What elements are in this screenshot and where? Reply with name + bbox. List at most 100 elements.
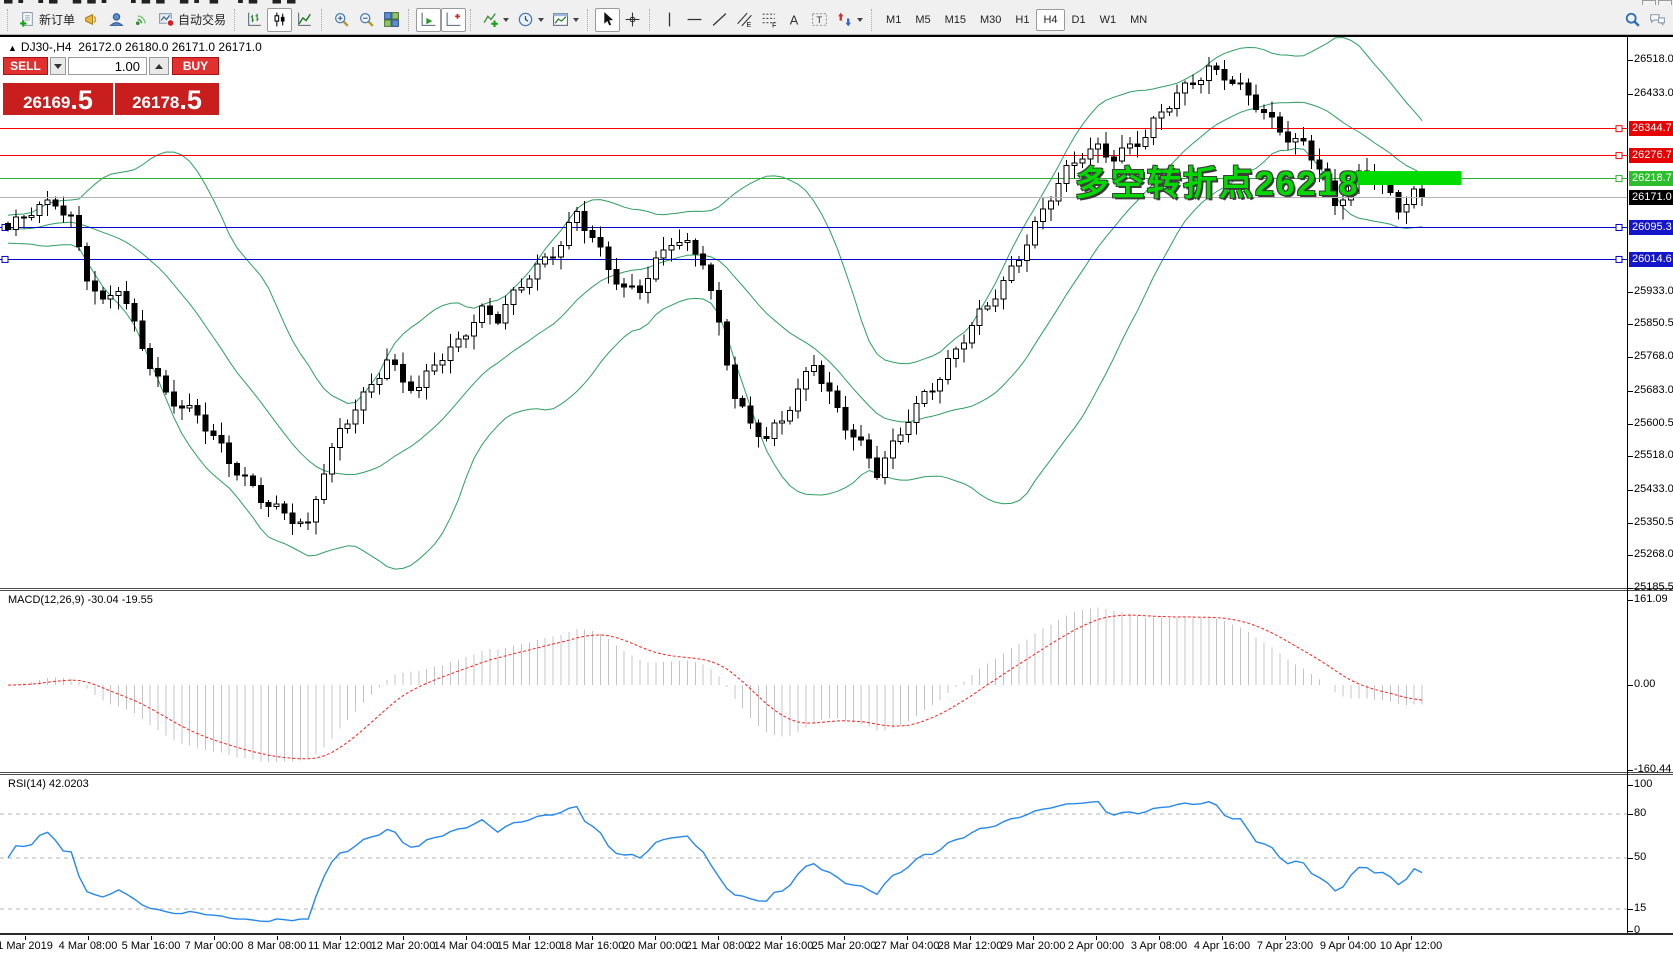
indicators-button[interactable] (478, 8, 513, 32)
line-chart-button[interactable] (292, 8, 317, 32)
new-order-button[interactable]: 新订单 (15, 8, 79, 32)
zoom-out-button[interactable] (354, 8, 379, 32)
text-icon: A (786, 11, 803, 28)
cursor-icon (599, 11, 616, 28)
templates-button[interactable] (548, 8, 583, 32)
trendline-button[interactable] (707, 8, 732, 32)
timeframe-h1-button[interactable]: H1 (1008, 9, 1036, 31)
buy-price-box[interactable]: 26178.5 (115, 83, 219, 115)
pivot-annotation-text[interactable]: 多空转折点26218 (1075, 156, 1360, 205)
main-toolbar: 新订单 自动交易 EFAT M1M5M15M30H1H4D1W1MN (0, 5, 1673, 35)
search-icon (1624, 11, 1641, 28)
candlestick-button[interactable] (267, 8, 292, 32)
axis-tick (1628, 94, 1633, 95)
line-handle[interactable] (2, 256, 8, 262)
chat-button[interactable] (1645, 8, 1670, 32)
price-tick-label: 25185.5 (1634, 581, 1673, 593)
volume-decrease-button[interactable] (50, 57, 66, 75)
candles-layer[interactable] (6, 66, 1425, 524)
profile-button[interactable] (104, 8, 129, 32)
text-button[interactable]: A (782, 8, 807, 32)
timeframe-d1-button[interactable]: D1 (1065, 9, 1093, 31)
bar-chart-button[interactable] (242, 8, 267, 32)
line-handle[interactable] (1616, 153, 1622, 159)
clipped-menu-fragments: ▄▖▗▄ ▄▄▖ ▗▄▄ ▄▖▄ ▗▄ ▄▄ (4, 0, 302, 3)
collapse-arrow-icon[interactable]: ▲ (8, 43, 17, 53)
dropdown-caret-icon[interactable] (503, 18, 509, 22)
toolbar-separator (234, 9, 238, 31)
line-handle[interactable] (1616, 176, 1622, 182)
channel-button[interactable]: E (732, 8, 757, 32)
rsi-pane[interactable] (0, 775, 1627, 933)
periods-button[interactable] (513, 8, 548, 32)
chart-title: ▲DJ30-,H4 26172.0 26180.0 26171.0 26171.… (8, 40, 262, 54)
rsi-indicator-label: RSI(14) 42.0203 (8, 778, 89, 790)
timeframe-w1-button[interactable]: W1 (1093, 9, 1124, 31)
timeframe-m1-button[interactable]: M1 (879, 9, 908, 31)
toolbar-separator (871, 9, 875, 31)
zoom-in-icon (333, 11, 350, 28)
macd-tick-label: 161.09 (1634, 593, 1668, 605)
signals-button[interactable] (129, 8, 154, 32)
line-handle[interactable] (1616, 224, 1622, 230)
axis-tick (1628, 555, 1633, 556)
search-button[interactable] (1620, 8, 1645, 32)
arrows-button[interactable] (832, 8, 867, 32)
vertical-line-icon (661, 11, 678, 28)
alert-button[interactable] (79, 8, 104, 32)
axis-tick (1628, 357, 1633, 358)
buy-price-main: 26178 (132, 93, 179, 113)
price-tick-label: 25683.0 (1634, 384, 1673, 396)
horizontal-line-button[interactable] (682, 8, 707, 32)
buy-button[interactable]: BUY (172, 57, 219, 75)
zoom-in-button[interactable] (329, 8, 354, 32)
chart-shift-button[interactable] (441, 8, 466, 32)
rsi-tick-label: 80 (1634, 807, 1646, 819)
autoscroll-button[interactable] (416, 8, 441, 32)
text-label-button[interactable]: T (807, 8, 832, 32)
line-handle[interactable] (1616, 126, 1622, 132)
autotrading-button[interactable]: 自动交易 (154, 8, 230, 32)
time-axis-border (0, 933, 1673, 935)
sell-price-box[interactable]: 26169.5 (3, 83, 113, 115)
volume-input[interactable] (68, 57, 147, 75)
dropdown-caret-icon[interactable] (538, 18, 544, 22)
axis-tick (1628, 685, 1633, 686)
autoscroll-icon (420, 11, 437, 28)
price-tick-label: 25600.5 (1634, 417, 1673, 429)
crosshair-button[interactable] (620, 8, 645, 32)
pivot-highlight-bar[interactable] (1351, 171, 1462, 185)
axis-tick (1628, 292, 1633, 293)
fibonacci-button[interactable]: F (757, 8, 782, 32)
macd-histogram (8, 607, 1422, 762)
axis-tick (1628, 770, 1633, 771)
rsi-tick-label: 15 (1634, 902, 1646, 914)
cursor-button[interactable] (595, 8, 620, 32)
timeframe-h4-button[interactable]: H4 (1036, 9, 1064, 31)
timeframe-m30-button[interactable]: M30 (973, 9, 1008, 31)
triangle-down-icon (54, 64, 62, 69)
line-chart-icon (296, 11, 313, 28)
tile-windows-icon (383, 11, 400, 28)
dropdown-caret-icon[interactable] (857, 18, 863, 22)
timeframe-m15-button[interactable]: M15 (938, 9, 973, 31)
axis-tick (1628, 324, 1633, 325)
price-tick-label: 25518.0 (1634, 449, 1673, 461)
main-chart-pane[interactable] (0, 37, 1627, 589)
axis-tick (1628, 931, 1633, 932)
dropdown-caret-icon[interactable] (573, 18, 579, 22)
axis-tick (1628, 391, 1633, 392)
macd-pane[interactable] (0, 591, 1627, 773)
price-level-label: 26218.7 (1629, 171, 1673, 186)
volume-increase-button[interactable] (149, 57, 169, 75)
tile-windows-button[interactable] (379, 8, 404, 32)
line-handle[interactable] (1616, 256, 1622, 262)
price-tick-label: 25850.5 (1634, 317, 1673, 329)
sell-button[interactable]: SELL (3, 57, 48, 75)
timeframe-mn-button[interactable]: MN (1123, 9, 1154, 31)
timeframe-m5-button[interactable]: M5 (908, 9, 937, 31)
vertical-line-button[interactable] (657, 8, 682, 32)
rsi-tick-label: 50 (1634, 851, 1646, 863)
signals-icon (133, 11, 150, 28)
svg-text:E: E (747, 22, 752, 28)
